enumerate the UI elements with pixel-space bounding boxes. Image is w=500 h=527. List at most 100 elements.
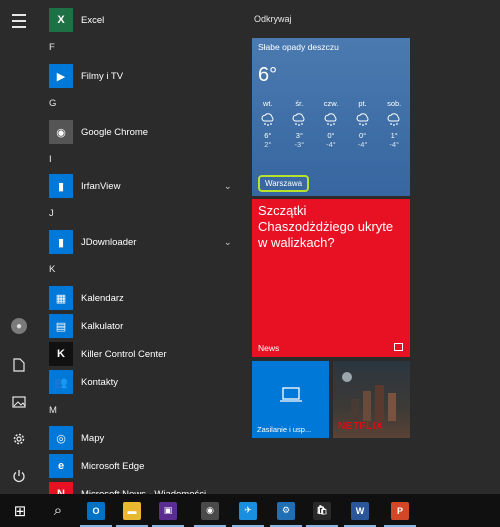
taskbar-app-blue-icon: ✈ <box>239 501 257 520</box>
app-label: IrfanView <box>81 180 121 192</box>
laptop-icon <box>280 387 302 402</box>
app-list-item[interactable]: ▶ Filmy i TV <box>38 62 238 90</box>
app-label: Microsoft Edge <box>81 460 145 472</box>
weather-condition: Słabe opady deszczu <box>258 42 339 52</box>
weather-forecast: wt. 6° 2° śr. 3° -3° czw. 0° -4° pt. 0° -4° sob. 1° -4… <box>252 99 410 149</box>
taskbar-outlook[interactable]: O <box>76 494 116 527</box>
power-settings-tile[interactable]: Zasilanie i usp... <box>252 361 329 438</box>
taskbar-file-explorer[interactable]: ▬ <box>112 494 152 527</box>
start-rail: ● <box>0 0 38 494</box>
snow-cloud-icon <box>261 113 274 126</box>
forecast-day: czw. 0° -4° <box>315 99 347 149</box>
app-icon: ◎ <box>49 426 73 450</box>
app-label: JDownloader <box>81 236 137 248</box>
forecast-low: -3° <box>294 140 305 149</box>
app-label: Mapy <box>81 432 105 444</box>
app-icon: ▤ <box>49 314 73 338</box>
forecast-day-name: sob. <box>387 99 402 108</box>
taskbar-powerpoint-icon: P <box>391 501 409 520</box>
app-icon: ▮ <box>49 230 73 254</box>
app-icon: e <box>49 454 73 478</box>
forecast-low: -4° <box>389 140 399 149</box>
app-label: Google Chrome <box>81 126 149 138</box>
weather-tile[interactable]: Słabe opady deszczu 6° wt. 6° 2° śr. 3° -3° cz… <box>252 38 410 196</box>
start-button-icon: ⊞ <box>11 501 29 520</box>
app-label: Killer Control Center <box>81 348 167 360</box>
app-list-item[interactable]: 👥 Kontakty <box>38 368 238 396</box>
snow-cloud-icon <box>293 113 305 126</box>
forecast-day: śr. 3° -3° <box>284 99 316 149</box>
taskbar-chrome[interactable]: ◉ <box>190 494 230 527</box>
app-list-item[interactable]: ▤ Kalkulator <box>38 312 238 340</box>
section-letter[interactable]: M <box>49 405 57 416</box>
app-icon: X <box>49 8 73 32</box>
app-list-item[interactable]: X Excel <box>38 6 238 34</box>
taskbar-settings-app-icon: ⚙ <box>277 501 295 520</box>
start-button[interactable]: ⊞ <box>0 494 40 527</box>
forecast-day: pt. 0° -4° <box>347 99 379 149</box>
forecast-day-name: wt. <box>263 99 273 108</box>
snow-cloud-icon <box>387 113 400 126</box>
chevron-down-icon[interactable]: ⌄ <box>224 237 232 248</box>
forecast-day-name: śr. <box>295 99 304 108</box>
taskbar-save-app-icon: ▣ <box>159 501 177 520</box>
news-headline: Szczątki Chaszodżdżiego ukryte w walizka… <box>258 203 394 250</box>
forecast-high: 1° <box>390 131 398 140</box>
app-icon: ▦ <box>49 286 73 310</box>
tile-group-title: Odkrywaj <box>254 14 292 24</box>
section-letter[interactable]: K <box>49 264 55 275</box>
taskbar-store[interactable]: 🛍 <box>302 494 342 527</box>
forecast-high: 6° <box>264 131 272 140</box>
forecast-day-name: pt. <box>358 99 367 108</box>
forecast-high: 0° <box>327 131 335 140</box>
documents-icon[interactable] <box>0 350 38 380</box>
section-letter[interactable]: F <box>49 42 55 53</box>
app-list-item[interactable]: K Killer Control Center <box>38 340 238 368</box>
taskbar-app-blue[interactable]: ✈ <box>228 494 268 527</box>
taskbar-save-app[interactable]: ▣ <box>148 494 188 527</box>
news-tile[interactable]: Szczątki Chaszodżdżiego ukryte w walizka… <box>252 199 410 357</box>
app-label: Excel <box>81 14 105 26</box>
pictures-icon[interactable] <box>0 387 38 417</box>
chevron-down-icon[interactable]: ⌄ <box>224 181 232 192</box>
app-list-item[interactable]: ▦ Kalendarz <box>38 284 238 312</box>
taskbar-settings-app[interactable]: ⚙ <box>266 494 306 527</box>
forecast-high: 3° <box>295 131 303 140</box>
app-icon: N <box>49 482 73 494</box>
app-icon: ◉ <box>49 120 73 144</box>
app-list-item[interactable]: ◉ Google Chrome <box>38 118 238 146</box>
forecast-day: sob. 1° -4° <box>378 99 410 149</box>
app-label: Filmy i TV <box>81 70 124 82</box>
search-button-icon: ⌕ <box>49 501 67 520</box>
taskbar-chrome-icon: ◉ <box>201 501 219 520</box>
forecast-low: -4° <box>357 140 368 149</box>
taskbar-powerpoint[interactable]: P <box>380 494 420 527</box>
app-list-item[interactable]: ▮ JDownloader ⌄ <box>38 228 238 256</box>
forecast-low: -4° <box>326 140 336 149</box>
forecast-high: 0° <box>358 131 367 140</box>
app-list-item[interactable]: ▮ IrfanView ⌄ <box>38 172 238 200</box>
netflix-tile[interactable]: NETFLIX <box>333 361 410 438</box>
netflix-label: NETFLIX <box>338 421 384 432</box>
user-icon[interactable]: ● <box>0 311 38 341</box>
section-letter[interactable]: I <box>49 154 52 165</box>
menu-icon[interactable] <box>0 6 38 36</box>
power-icon[interactable] <box>0 461 38 491</box>
app-list-item[interactable]: e Microsoft Edge <box>38 452 238 480</box>
tiles-panel: Odkrywaj Słabe opady deszczu 6° wt. 6° 2° ś… <box>238 0 500 494</box>
app-list-item[interactable]: ◎ Mapy <box>38 424 238 452</box>
search-button[interactable]: ⌕ <box>38 494 78 527</box>
app-icon: ▮ <box>49 174 73 198</box>
app-label: Kontakty <box>81 376 118 388</box>
section-letter[interactable]: G <box>49 98 56 109</box>
weather-temperature: 6° <box>258 64 278 86</box>
taskbar-word[interactable]: W <box>340 494 380 527</box>
news-label: News <box>258 343 280 353</box>
app-list: X Excel F ▶ Filmy i TV G ◉ Google Chrome I ▮ Irfan… <box>38 0 238 494</box>
section-letter[interactable]: J <box>49 208 54 219</box>
forecast-day-name: czw. <box>323 99 339 108</box>
app-list-item[interactable]: N Microsoft News - Wiadomości <box>38 480 238 494</box>
power-tile-label: Zasilanie i usp... <box>257 425 312 434</box>
taskbar-word-icon: W <box>351 501 369 520</box>
settings-icon[interactable] <box>0 424 38 454</box>
